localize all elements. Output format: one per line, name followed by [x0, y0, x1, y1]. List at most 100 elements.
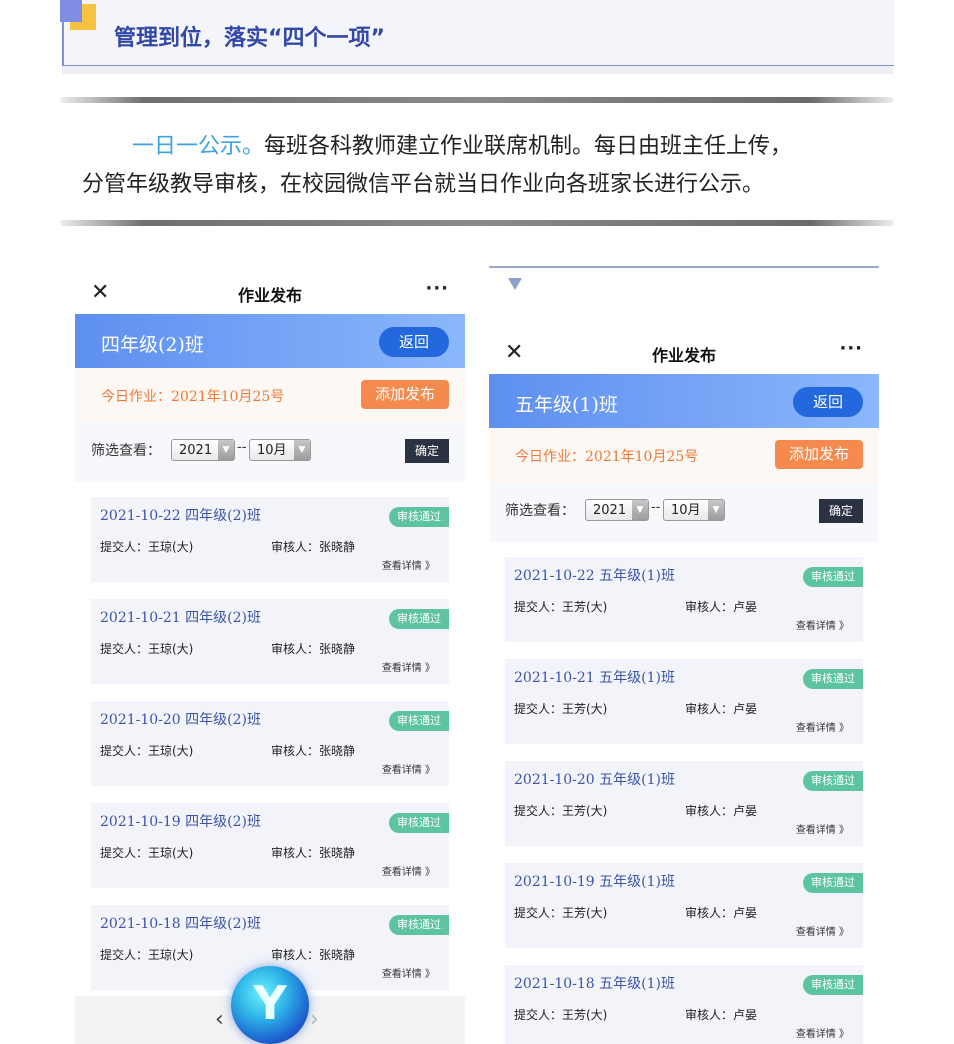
logo-glyph: Y — [253, 976, 287, 1030]
status-badge: 审核通过 — [389, 813, 449, 833]
filter-label: 筛选查看： — [91, 443, 161, 459]
view-details-link[interactable]: 查看详情 》 — [382, 659, 435, 674]
more-icon[interactable]: ··· — [839, 338, 863, 359]
brush-divider-bottom — [60, 220, 894, 226]
card-submitter: 提交人：王琼(大) — [100, 846, 194, 860]
card-reviewer: 审核人：张晓静 — [271, 744, 356, 758]
class-name: 五年级(1)班 — [515, 394, 618, 416]
card-reviewer: 审核人：卢晏 — [685, 702, 758, 716]
view-details-link[interactable]: 查看详情 》 — [382, 965, 435, 980]
add-publish-button[interactable]: 添加发布 — [775, 440, 863, 469]
chevron-down-icon: ▼ — [708, 500, 724, 520]
class-header: 五年级(1)班 返回 — [489, 374, 879, 428]
card-submitter: 提交人：王芳(大) — [514, 702, 608, 716]
homework-list: 2021-10-22 四年级(2)班 审核通过 提交人：王琼(大) 审核人：张晓… — [75, 482, 465, 990]
today-homework-label: 今日作业：2021年10月25号 — [101, 389, 285, 405]
card-date-class: 2021-10-19 四年级(2)班 — [100, 814, 261, 830]
app-logo-icon: Y — [231, 966, 309, 1044]
triangle-marker-icon — [508, 278, 522, 290]
add-publish-button[interactable]: 添加发布 — [361, 380, 449, 409]
view-details-link[interactable]: 查看详情 》 — [382, 863, 435, 878]
card-reviewer: 审核人：张晓静 — [271, 642, 356, 656]
homework-card[interactable]: 2021-10-21 四年级(2)班 审核通过 提交人：王琼(大) 审核人：张晓… — [91, 599, 449, 684]
card-date-class: 2021-10-21 四年级(2)班 — [100, 610, 261, 626]
card-submitter: 提交人：王琼(大) — [100, 744, 194, 758]
homework-card[interactable]: 2021-10-21 五年级(1)班 审核通过 提交人：王芳(大) 审核人：卢晏… — [505, 659, 863, 744]
today-homework-label: 今日作业：2021年10月25号 — [515, 449, 699, 465]
status-badge: 审核通过 — [389, 915, 449, 935]
chevron-down-icon: ▼ — [632, 500, 648, 520]
class-header: 四年级(2)班 返回 — [75, 314, 465, 368]
back-button[interactable]: 返回 — [379, 327, 449, 357]
back-button[interactable]: 返回 — [793, 387, 863, 417]
card-submitter: 提交人：王琼(大) — [100, 540, 194, 554]
card-date-class: 2021-10-18 四年级(2)班 — [100, 916, 261, 932]
status-badge: 审核通过 — [389, 609, 449, 629]
card-reviewer: 审核人：卢晏 — [685, 1008, 758, 1022]
right-frame-line — [489, 266, 879, 268]
brush-divider-top — [60, 97, 894, 103]
phone-screenshot-grade4: ✕ 作业发布 ··· 四年级(2)班 返回 今日作业：2021年10月25号 添… — [75, 270, 465, 1044]
view-details-link[interactable]: 查看详情 》 — [796, 1025, 849, 1040]
view-details-link[interactable]: 查看详情 》 — [796, 719, 849, 734]
card-date-class: 2021-10-22 四年级(2)班 — [100, 508, 261, 524]
range-dash: -- — [237, 440, 247, 455]
card-reviewer: 审核人：卢晏 — [685, 906, 758, 920]
card-reviewer: 审核人：张晓静 — [271, 948, 356, 962]
view-details-link[interactable]: 查看详情 》 — [796, 923, 849, 938]
card-reviewer: 审核人：卢晏 — [685, 804, 758, 818]
view-details-link[interactable]: 查看详情 》 — [382, 557, 435, 572]
forward-arrow-icon[interactable]: › — [310, 1007, 319, 1032]
status-badge: 审核通过 — [389, 711, 449, 731]
month-value: 10月 — [671, 503, 701, 518]
status-badge: 审核通过 — [803, 771, 863, 791]
card-reviewer: 审核人：张晓静 — [271, 846, 356, 860]
banner-corner-decoration — [60, 0, 82, 22]
homework-card[interactable]: 2021-10-19 五年级(1)班 审核通过 提交人：王芳(大) 审核人：卢晏… — [505, 863, 863, 948]
card-date-class: 2021-10-21 五年级(1)班 — [514, 670, 675, 686]
homework-card[interactable]: 2021-10-22 四年级(2)班 审核通过 提交人：王琼(大) 审核人：张晓… — [91, 497, 449, 582]
card-date-class: 2021-10-18 五年级(1)班 — [514, 976, 675, 992]
banner-shadow — [62, 66, 894, 74]
confirm-button[interactable]: 确定 — [405, 439, 449, 463]
view-details-link[interactable]: 查看详情 》 — [796, 617, 849, 632]
section-title: 管理到位，落实“四个一项” — [114, 26, 385, 51]
year-select[interactable]: 2021 ▼ — [171, 439, 235, 461]
back-arrow-icon[interactable]: ‹ — [215, 1007, 224, 1032]
homework-card[interactable]: 2021-10-20 四年级(2)班 审核通过 提交人：王琼(大) 审核人：张晓… — [91, 701, 449, 786]
intro-line1: 每班各科教师建立作业联席机制。每日由班主任上传， — [264, 134, 793, 159]
more-icon[interactable]: ··· — [425, 278, 449, 299]
chevron-down-icon: ▼ — [218, 440, 234, 460]
year-select[interactable]: 2021 ▼ — [585, 499, 649, 521]
today-bar: 今日作业：2021年10月25号 添加发布 — [489, 428, 879, 482]
card-reviewer: 审核人：卢晏 — [685, 600, 758, 614]
titlebar: ✕ 作业发布 ··· — [489, 330, 879, 374]
card-submitter: 提交人：王芳(大) — [514, 600, 608, 614]
titlebar: ✕ 作业发布 ··· — [75, 270, 465, 314]
year-value: 2021 — [179, 443, 213, 458]
month-select[interactable]: 10月 ▼ — [249, 439, 311, 461]
phone-screenshot-grade5: ✕ 作业发布 ··· 五年级(1)班 返回 今日作业：2021年10月25号 添… — [489, 330, 879, 1044]
view-details-link[interactable]: 查看详情 》 — [796, 821, 849, 836]
homework-card[interactable]: 2021-10-20 五年级(1)班 审核通过 提交人：王芳(大) 审核人：卢晏… — [505, 761, 863, 846]
chevron-down-icon: ▼ — [294, 440, 310, 460]
filter-bar: 筛选查看： 2021 ▼ -- 10月 ▼ 确定 — [75, 422, 465, 482]
card-submitter: 提交人：王琼(大) — [100, 948, 194, 962]
homework-card[interactable]: 2021-10-19 四年级(2)班 审核通过 提交人：王琼(大) 审核人：张晓… — [91, 803, 449, 888]
homework-card[interactable]: 2021-10-22 五年级(1)班 审核通过 提交人：王芳(大) 审核人：卢晏… — [505, 557, 863, 642]
card-submitter: 提交人：王芳(大) — [514, 1008, 608, 1022]
card-date-class: 2021-10-20 四年级(2)班 — [100, 712, 261, 728]
card-date-class: 2021-10-19 五年级(1)班 — [514, 874, 675, 890]
intro-line2: 分管年级教导审核，在校园微信平台就当日作业向各班家长进行公示。 — [82, 172, 765, 197]
page-title: 作业发布 — [237, 286, 302, 305]
homework-list: 2021-10-22 五年级(1)班 审核通过 提交人：王芳(大) 审核人：卢晏… — [489, 542, 879, 1044]
year-value: 2021 — [593, 503, 627, 518]
homework-card[interactable]: 2021-10-18 五年级(1)班 审核通过 提交人：王芳(大) 审核人：卢晏… — [505, 965, 863, 1044]
range-dash: -- — [651, 500, 661, 515]
card-submitter: 提交人：王琼(大) — [100, 642, 194, 656]
view-details-link[interactable]: 查看详情 》 — [382, 761, 435, 776]
confirm-button[interactable]: 确定 — [819, 499, 863, 523]
month-select[interactable]: 10月 ▼ — [663, 499, 725, 521]
filter-bar: 筛选查看： 2021 ▼ -- 10月 ▼ 确定 — [489, 482, 879, 542]
filter-label: 筛选查看： — [505, 503, 575, 519]
